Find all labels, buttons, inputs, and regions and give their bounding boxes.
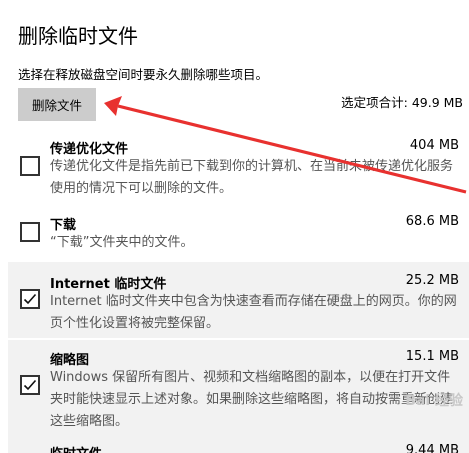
item-description: Windows 保留所有图片、视频和文档缩略图的副本，以便在打开文件夹时能快速显… [50,370,454,429]
checkbox-internet-temp-files[interactable] [20,289,40,309]
item-name: 临时文件 [50,443,102,453]
item-size: 25.2 MB [405,273,459,288]
list-item-temporary-files: 临时文件 9.44 MB [8,440,469,453]
checkbox-downloads[interactable] [20,222,40,242]
item-name: 传递优化文件 [50,142,129,157]
item-name: Internet 临时文件 [50,277,167,292]
baidu-watermark: Bai 经验 [405,393,463,409]
item-description: Internet 临时文件夹中包含为快速查看而存储在硬盘上的网页。你的网页个性化… [50,294,457,331]
checkmark-icon [23,293,37,305]
checkbox-delivery-optimization[interactable] [20,156,40,176]
item-name: 下载 [50,218,77,233]
total-selected-size: 选定项合计: 49.9 MB [341,95,463,110]
item-size: 68.6 MB [405,214,459,229]
page-subtitle: 选择在释放磁盘空间时要永久删除哪些项目。 [18,67,269,82]
item-size: 15.1 MB [405,349,459,364]
list-item-delivery-optimization: 传递优化文件 404 MB 传递优化文件是指先前已下载到你的计算机、在当前未被传… [8,132,469,206]
list-item-internet-temp-files: Internet 临时文件 25.2 MB Internet 临时文件夹中包含为… [8,262,469,338]
delete-files-button[interactable]: 删除文件 [18,88,96,121]
item-size: 9.44 MB [405,443,459,453]
checkmark-icon [23,379,37,391]
page-title: 删除临时文件 [18,24,138,48]
item-description: “下载”文件夹中的文件。 [50,235,194,250]
checkbox-thumbnails[interactable] [20,375,40,395]
item-name: 缩略图 [50,353,90,368]
item-description: 传递优化文件是指先前已下载到你的计算机、在当前未被传递优化服务使用的情况下可以删… [50,159,454,196]
item-size: 404 MB [409,138,459,153]
list-item-downloads: 下载 68.6 MB “下载”文件夹中的文件。 [8,208,469,260]
list-item-thumbnails: 缩略图 15.1 MB Windows 保留所有图片、视频和文档缩略图的副本，以… [8,340,469,440]
